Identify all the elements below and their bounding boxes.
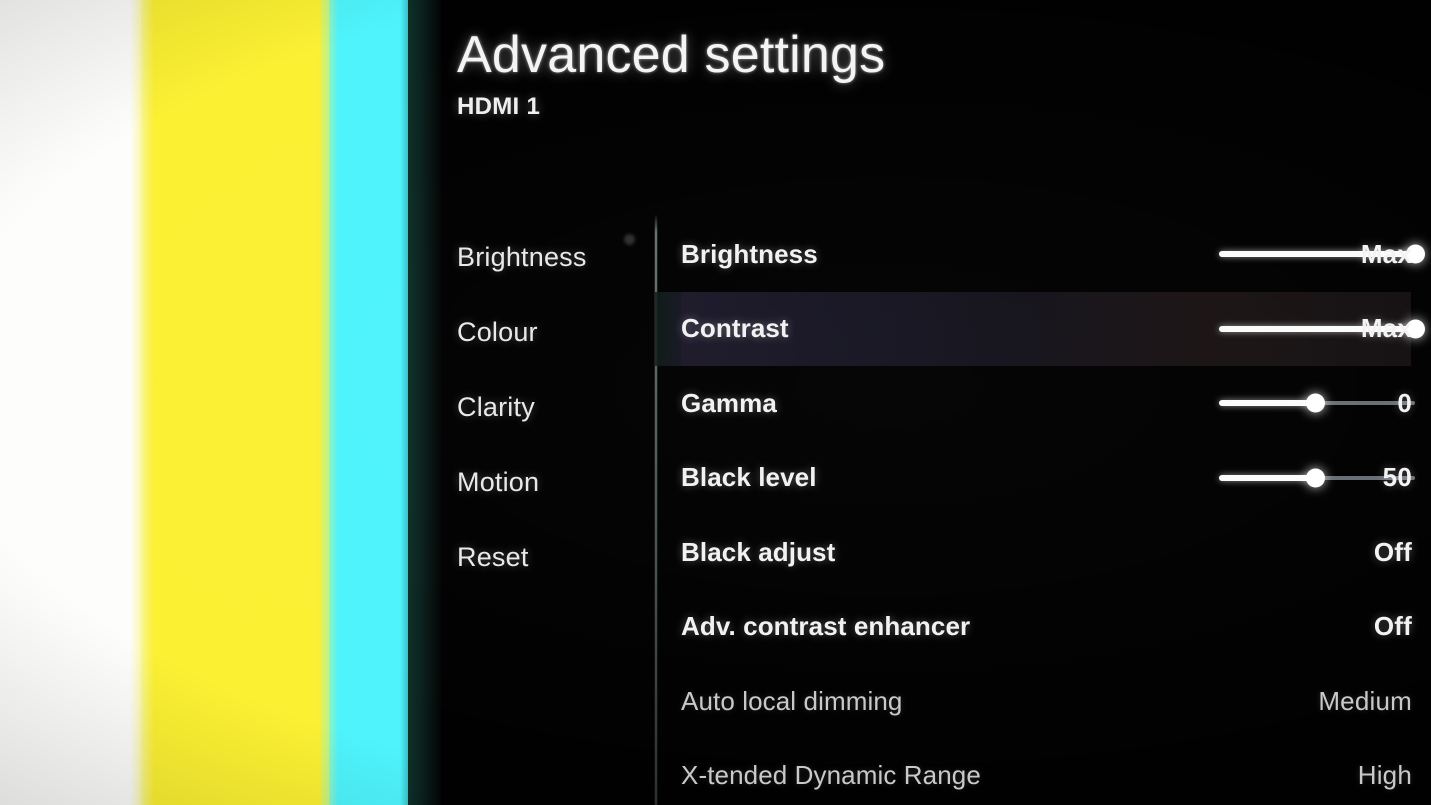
settings-list: Brightness Max Contrast Max Gamma 0 Black leve…	[655, 217, 1425, 805]
settings-row-value: Medium	[1318, 685, 1412, 716]
sidebar-item-colour[interactable]: Colour	[457, 295, 653, 370]
settings-row-label: Black level	[681, 462, 817, 493]
panel-header: Advanced settings HDMI 1	[457, 28, 885, 121]
settings-row[interactable]: X-tended Dynamic Range High	[681, 739, 1412, 805]
settings-row-value: High	[1357, 760, 1412, 791]
selection-dot-icon	[624, 234, 635, 245]
settings-row-value: 0	[1397, 387, 1412, 418]
settings-row[interactable]: Black adjust Off	[681, 515, 1412, 590]
settings-row-label: Brightness	[681, 238, 818, 269]
sidebar-item-reset[interactable]: Reset	[457, 520, 653, 595]
colour-bar-test-pattern	[0, 0, 441, 805]
sidebar-item-label: Motion	[457, 467, 540, 497]
colour-bar-dark	[408, 0, 441, 805]
settings-row[interactable]: Black level 50	[681, 441, 1415, 516]
settings-row[interactable]: Contrast Max	[655, 291, 1425, 366]
colour-bar-white	[0, 0, 141, 805]
slider-thumb[interactable]	[1305, 468, 1325, 488]
sidebar-item-brightness[interactable]: Brightness	[457, 220, 653, 295]
settings-row-label: Contrast	[681, 313, 789, 344]
sidebar-item-label: Brightness	[457, 242, 587, 272]
settings-row-value: 50	[1382, 462, 1412, 493]
slider-fill	[1219, 400, 1316, 407]
sidebar-item-clarity[interactable]: Clarity	[457, 370, 653, 445]
sidebar-item-label: Clarity	[457, 392, 535, 422]
settings-row-label: X-tended Dynamic Range	[681, 760, 981, 791]
colour-bar-cyan	[329, 0, 408, 805]
sidebar-item-motion[interactable]: Motion	[457, 445, 653, 520]
slider-fill	[1219, 474, 1316, 481]
settings-slider[interactable]	[1219, 393, 1415, 413]
settings-row-label: Auto local dimming	[681, 685, 903, 716]
slider-thumb[interactable]	[1305, 393, 1325, 413]
settings-row[interactable]: Adv. contrast enhancer Off	[681, 590, 1412, 665]
category-sidebar: Brightness Colour Clarity Motion Reset	[457, 220, 653, 595]
settings-row-value: Max	[1360, 313, 1412, 344]
settings-row[interactable]: Gamma 0	[681, 366, 1415, 441]
settings-row[interactable]: Auto local dimming Medium	[681, 664, 1412, 739]
colour-bar-yellow	[141, 0, 329, 805]
settings-row[interactable]: Brightness Max	[681, 217, 1425, 292]
settings-row-value: Off	[1373, 611, 1412, 642]
input-source-label: HDMI 1	[457, 92, 541, 120]
settings-panel: Advanced settings HDMI 1 Brightness Colo…	[441, 0, 1431, 805]
page-title: Advanced settings	[457, 26, 886, 84]
sidebar-item-label: Colour	[457, 317, 538, 347]
settings-row-label: Gamma	[681, 387, 777, 418]
settings-row-label: Adv. contrast enhancer	[681, 611, 971, 642]
settings-row-value: Max	[1360, 238, 1412, 269]
settings-row-label: Black adjust	[681, 536, 836, 567]
sidebar-item-label: Reset	[457, 542, 529, 572]
settings-row-value: Off	[1373, 536, 1412, 567]
tv-settings-screen: Advanced settings HDMI 1 Brightness Colo…	[0, 0, 1431, 805]
